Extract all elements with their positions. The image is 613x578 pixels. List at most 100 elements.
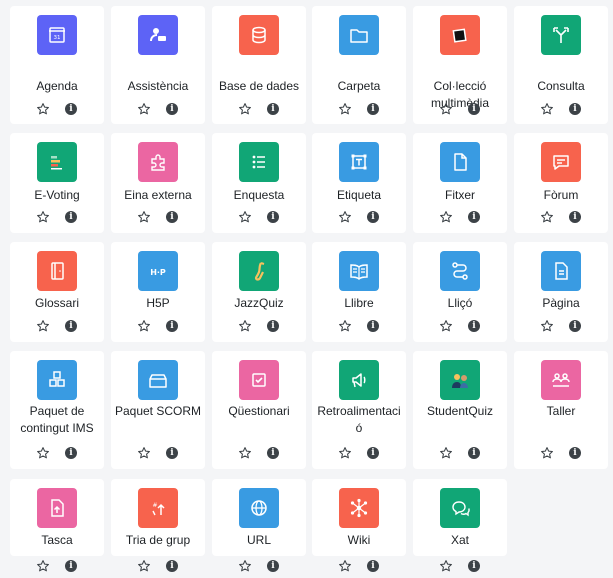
- star-icon[interactable]: [439, 446, 453, 460]
- star-icon[interactable]: [439, 559, 453, 573]
- info-icon[interactable]: i: [367, 320, 379, 332]
- activity-name[interactable]: Wiki: [314, 532, 404, 549]
- info-icon[interactable]: i: [468, 320, 480, 332]
- info-icon[interactable]: i: [166, 447, 178, 459]
- activity-name[interactable]: H5P: [113, 295, 203, 312]
- activity-card[interactable]: URL i: [212, 479, 306, 572]
- star-icon[interactable]: [137, 210, 151, 224]
- star-icon[interactable]: [238, 102, 252, 116]
- book-icon[interactable]: [339, 251, 379, 291]
- h5p-icon[interactable]: H·P: [138, 251, 178, 291]
- activity-name[interactable]: JazzQuiz: [214, 295, 304, 312]
- activity-card[interactable]: Llibre i: [312, 242, 406, 342]
- activity-name[interactable]: Qüestionari: [214, 403, 304, 420]
- activity-card[interactable]: Glossari i: [10, 242, 104, 342]
- studentquiz-icon[interactable]: [440, 360, 480, 400]
- star-icon[interactable]: [36, 559, 50, 573]
- activity-card[interactable]: Retroalimentació i: [312, 351, 406, 469]
- activity-card[interactable]: Eina externa i: [111, 133, 205, 233]
- puzzle-icon[interactable]: [138, 142, 178, 182]
- info-icon[interactable]: i: [569, 320, 581, 332]
- activity-card[interactable]: StudentQuiz i: [413, 351, 507, 469]
- star-icon[interactable]: [540, 446, 554, 460]
- activity-name[interactable]: Retroalimentació: [314, 403, 404, 437]
- activity-name[interactable]: Carpeta: [314, 78, 404, 95]
- activity-card[interactable]: 31 Agenda i: [10, 6, 104, 124]
- star-icon[interactable]: [338, 446, 352, 460]
- star-icon[interactable]: [238, 559, 252, 573]
- star-icon[interactable]: [439, 102, 453, 116]
- activity-card[interactable]: Base de dades i: [212, 6, 306, 124]
- activity-card[interactable]: Fitxer i: [413, 133, 507, 233]
- activity-name[interactable]: Fitxer: [415, 187, 505, 204]
- star-icon[interactable]: [36, 446, 50, 460]
- activity-card[interactable]: Qüestionari i: [212, 351, 306, 469]
- activity-name[interactable]: StudentQuiz: [415, 403, 505, 420]
- star-icon[interactable]: [540, 102, 554, 116]
- activity-name[interactable]: Taller: [516, 403, 606, 420]
- activity-card[interactable]: Fòrum i: [514, 133, 608, 233]
- quiz-icon[interactable]: [239, 360, 279, 400]
- lesson-icon[interactable]: [440, 251, 480, 291]
- info-icon[interactable]: i: [367, 211, 379, 223]
- calendar-icon[interactable]: 31: [37, 15, 77, 55]
- activity-name[interactable]: Paquet de contingut IMS: [12, 403, 102, 437]
- activity-card[interactable]: Xat i: [413, 479, 507, 572]
- info-icon[interactable]: i: [267, 103, 279, 115]
- info-icon[interactable]: i: [367, 560, 379, 572]
- star-icon[interactable]: [540, 319, 554, 333]
- media-collection-icon[interactable]: [440, 15, 480, 55]
- page-icon[interactable]: [541, 251, 581, 291]
- file-icon[interactable]: [440, 142, 480, 182]
- activity-name[interactable]: Assistència: [113, 78, 203, 95]
- activity-card[interactable]: Carpeta i: [312, 6, 406, 124]
- activity-card[interactable]: Assistència i: [111, 6, 205, 124]
- star-icon[interactable]: [137, 559, 151, 573]
- activity-card[interactable]: Taller i: [514, 351, 608, 469]
- activity-name[interactable]: URL: [214, 532, 304, 549]
- activity-name[interactable]: Base de dades: [214, 78, 304, 95]
- wiki-icon[interactable]: [339, 488, 379, 528]
- activity-name[interactable]: Etiqueta: [314, 187, 404, 204]
- star-icon[interactable]: [36, 102, 50, 116]
- star-icon[interactable]: [36, 210, 50, 224]
- activity-card[interactable]: Col·lecció multimèdia i: [413, 6, 507, 124]
- info-icon[interactable]: i: [367, 103, 379, 115]
- info-icon[interactable]: i: [367, 447, 379, 459]
- choice-icon[interactable]: [541, 15, 581, 55]
- activity-name[interactable]: Tria de grup: [113, 532, 203, 549]
- info-icon[interactable]: i: [166, 103, 178, 115]
- attendance-icon[interactable]: [138, 15, 178, 55]
- star-icon[interactable]: [238, 319, 252, 333]
- activity-card[interactable]: # Tria de grup i: [111, 479, 205, 572]
- star-icon[interactable]: [540, 210, 554, 224]
- info-icon[interactable]: i: [65, 560, 77, 572]
- database-icon[interactable]: [239, 15, 279, 55]
- chat-icon[interactable]: [440, 488, 480, 528]
- star-icon[interactable]: [338, 210, 352, 224]
- activity-card[interactable]: Paquet SCORM i: [111, 351, 205, 469]
- activity-name[interactable]: E-Voting: [12, 187, 102, 204]
- url-icon[interactable]: [239, 488, 279, 528]
- info-icon[interactable]: i: [569, 103, 581, 115]
- star-icon[interactable]: [137, 102, 151, 116]
- star-icon[interactable]: [137, 446, 151, 460]
- evoting-icon[interactable]: [37, 142, 77, 182]
- forum-icon[interactable]: [541, 142, 581, 182]
- info-icon[interactable]: i: [468, 560, 480, 572]
- activity-card[interactable]: E-Voting i: [10, 133, 104, 233]
- info-icon[interactable]: i: [65, 103, 77, 115]
- star-icon[interactable]: [238, 446, 252, 460]
- activity-card[interactable]: Consulta i: [514, 6, 608, 124]
- info-icon[interactable]: i: [267, 320, 279, 332]
- activity-card[interactable]: Paquet de contingut IMS i: [10, 351, 104, 469]
- info-icon[interactable]: i: [267, 560, 279, 572]
- activity-card[interactable]: Tasca i: [10, 479, 104, 572]
- activity-name[interactable]: Agenda: [12, 78, 102, 95]
- activity-card[interactable]: H·P H5P i: [111, 242, 205, 342]
- info-icon[interactable]: i: [65, 211, 77, 223]
- info-icon[interactable]: i: [65, 320, 77, 332]
- info-icon[interactable]: i: [569, 211, 581, 223]
- info-icon[interactable]: i: [468, 211, 480, 223]
- star-icon[interactable]: [338, 319, 352, 333]
